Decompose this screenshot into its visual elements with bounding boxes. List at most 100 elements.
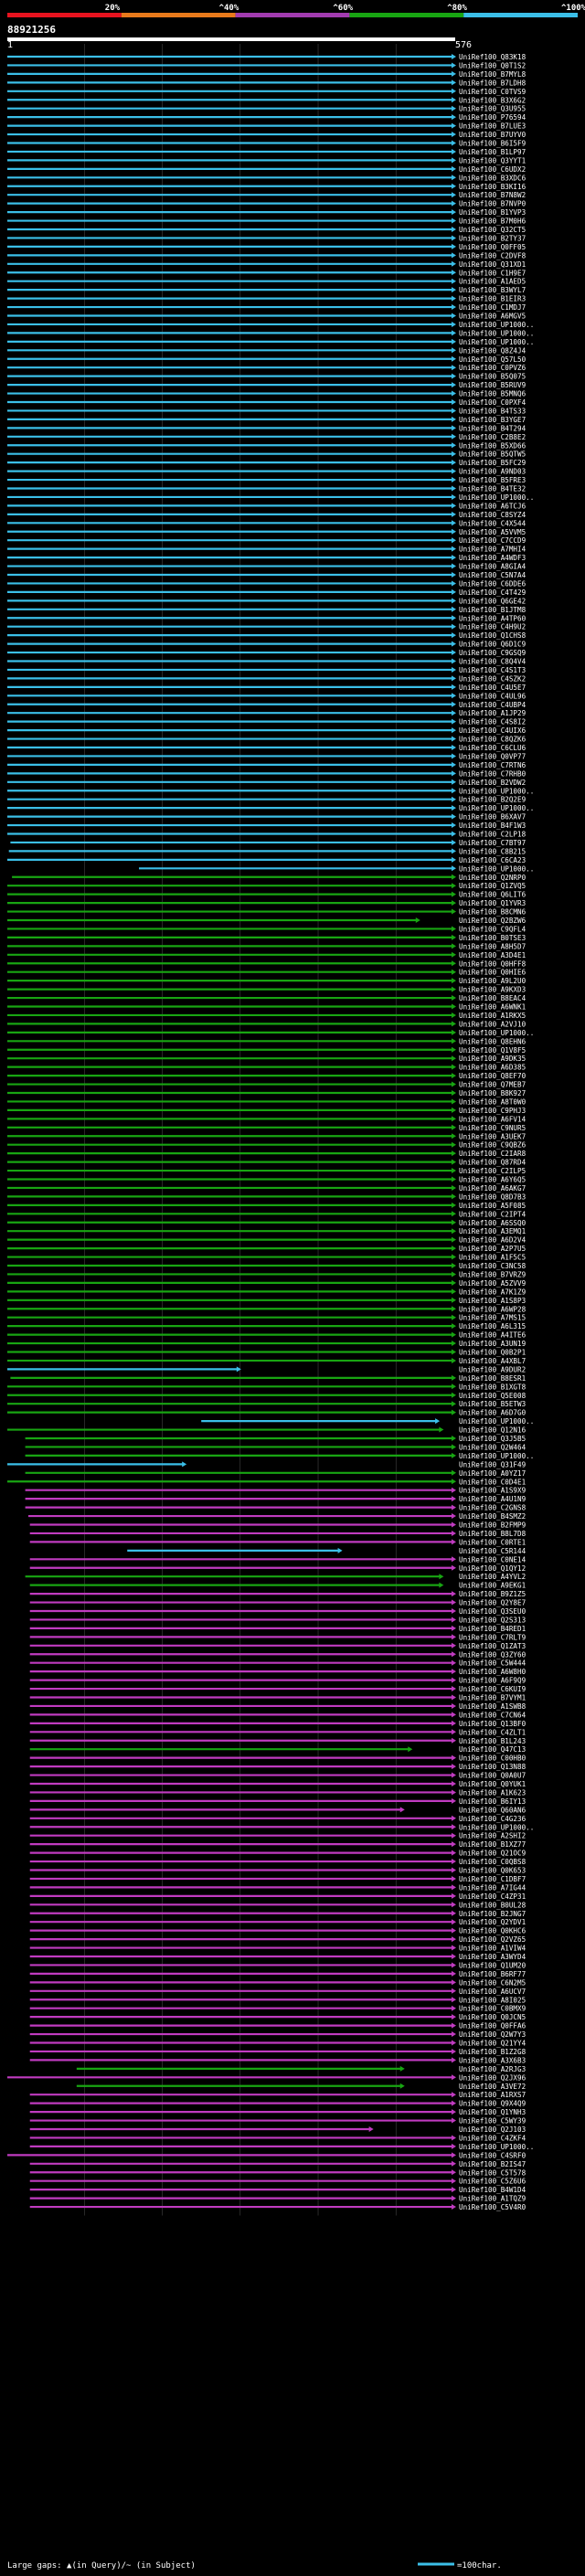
- hit-label[interactable]: UniRef100_UP1000..: [459, 804, 534, 812]
- hit-label[interactable]: UniRef100_UP1000..: [459, 321, 534, 329]
- hit-label[interactable]: UniRef100_A1TQZ9: [459, 2195, 526, 2203]
- hit-label[interactable]: UniRef100_C4SRF0: [459, 2151, 526, 2159]
- hit-label[interactable]: UniRef100_A6FV14: [459, 1115, 526, 1123]
- hit-label[interactable]: UniRef100_C7BT97: [459, 839, 526, 847]
- hit-label[interactable]: UniRef100_C6DDE6: [459, 579, 526, 588]
- hit-label[interactable]: UniRef100_C6UDX2: [459, 165, 526, 174]
- hit-label[interactable]: UniRef100_Q0YUK1: [459, 1780, 526, 1788]
- hit-label[interactable]: UniRef100_Q0HFF8: [459, 959, 526, 968]
- hit-label[interactable]: UniRef100_Q0K653: [459, 1867, 526, 1875]
- hit-label[interactable]: UniRef100_Q3SEU0: [459, 1607, 526, 1616]
- hit-label[interactable]: UniRef100_UP1000..: [459, 1823, 534, 1831]
- hit-label[interactable]: UniRef100_C4ZKF4: [459, 2134, 526, 2142]
- hit-label[interactable]: UniRef100_Q2NRP0: [459, 874, 526, 882]
- hit-label[interactable]: UniRef100_A9ND03: [459, 468, 526, 476]
- hit-label[interactable]: UniRef100_B7VYM1: [459, 1694, 526, 1702]
- hit-label[interactable]: UniRef100_B5QTW5: [459, 451, 526, 459]
- hit-label[interactable]: UniRef100_B8ESR1: [459, 1374, 526, 1383]
- hit-label[interactable]: UniRef100_Q1V8F5: [459, 1046, 526, 1055]
- hit-label[interactable]: UniRef100_Q31XD1: [459, 260, 526, 269]
- hit-label[interactable]: UniRef100_Q2JX96: [459, 2073, 526, 2082]
- hit-label[interactable]: UniRef100_Q0JCN5: [459, 2013, 526, 2021]
- hit-label[interactable]: UniRef100_Q13BF0: [459, 1720, 526, 1728]
- hit-label[interactable]: UniRef100_A0YZ17: [459, 1469, 526, 1478]
- hit-label[interactable]: UniRef100_A1VIW4: [459, 1945, 526, 1953]
- hit-label[interactable]: UniRef100_A4U1N9: [459, 1495, 526, 1503]
- hit-label[interactable]: UniRef100_Q12N16: [459, 1426, 526, 1435]
- hit-label[interactable]: UniRef100_B7N8W2: [459, 191, 526, 199]
- hit-label[interactable]: UniRef100_B6RF77: [459, 1970, 526, 1978]
- hit-label[interactable]: UniRef100_A6D7G0: [459, 1409, 526, 1417]
- hit-label[interactable]: UniRef100_Q2W7Y3: [459, 2030, 526, 2039]
- hit-label[interactable]: UniRef100_B4SMZ2: [459, 1512, 526, 1521]
- hit-label[interactable]: UniRef100_A2P7U5: [459, 1245, 526, 1253]
- hit-label[interactable]: UniRef100_B7MYL8: [459, 70, 526, 79]
- hit-label[interactable]: UniRef100_Q2S313: [459, 1616, 526, 1624]
- hit-label[interactable]: UniRef100_A1S8P3: [459, 1297, 526, 1305]
- hit-label[interactable]: UniRef100_C4UIX6: [459, 726, 526, 735]
- hit-label[interactable]: UniRef100_B1L243: [459, 1737, 526, 1745]
- hit-label[interactable]: UniRef100_A1RXS7: [459, 2091, 526, 2099]
- hit-label[interactable]: UniRef100_C5T578: [459, 2168, 526, 2177]
- hit-label[interactable]: UniRef100_UP1000..: [459, 1452, 534, 1460]
- hit-label[interactable]: UniRef100_A4WDF3: [459, 554, 526, 562]
- hit-label[interactable]: UniRef100_Q21OC9: [459, 1850, 526, 1858]
- hit-label[interactable]: UniRef100_Q6GE42: [459, 597, 526, 605]
- hit-label[interactable]: UniRef100_B7VRZ9: [459, 1270, 526, 1278]
- hit-label[interactable]: UniRef100_C5WY39: [459, 2117, 526, 2125]
- hit-label[interactable]: UniRef100_A8I025: [459, 1996, 526, 2004]
- hit-label[interactable]: UniRef100_Q2YDV1: [459, 1918, 526, 1926]
- hit-label[interactable]: UniRef100_Q2W464: [459, 1443, 526, 1451]
- hit-label[interactable]: UniRef100_B4T294: [459, 424, 526, 432]
- hit-label[interactable]: UniRef100_Q1ZAT3: [459, 1642, 526, 1650]
- hit-label[interactable]: UniRef100_UP1000..: [459, 864, 534, 873]
- hit-label[interactable]: UniRef100_Q1CHS8: [459, 631, 526, 640]
- hit-label[interactable]: UniRef100_A8GIA4: [459, 563, 526, 571]
- hit-label[interactable]: UniRef100_B6I5F9: [459, 140, 526, 148]
- hit-label[interactable]: UniRef100_B2VDW2: [459, 779, 526, 787]
- hit-label[interactable]: UniRef100_Q8D7B3: [459, 1193, 526, 1201]
- hit-label[interactable]: UniRef100_Q0A0U7: [459, 1772, 526, 1780]
- hit-label[interactable]: UniRef100_Q0FFA6: [459, 2022, 526, 2030]
- hit-label[interactable]: UniRef100_UP1000..: [459, 493, 534, 502]
- hit-label[interactable]: UniRef100_A1AED5: [459, 278, 526, 286]
- hit-label[interactable]: UniRef100_C4S1T3: [459, 666, 526, 674]
- hit-label[interactable]: UniRef100_Q5E008: [459, 1392, 526, 1400]
- hit-label[interactable]: UniRef100_B5ETW3: [459, 1400, 526, 1408]
- hit-label[interactable]: UniRef100_A1JP29: [459, 709, 526, 717]
- hit-label[interactable]: UniRef100_B1XZ77: [459, 1840, 526, 1849]
- hit-label[interactable]: UniRef100_C5R144: [459, 1547, 526, 1555]
- hit-label[interactable]: UniRef100_C8SYZ4: [459, 511, 526, 519]
- hit-label[interactable]: UniRef100_C4ZP31: [459, 1892, 526, 1901]
- hit-label[interactable]: UniRef100_A6WNK1: [459, 1003, 526, 1012]
- hit-label[interactable]: UniRef100_P76594: [459, 113, 526, 122]
- hit-label[interactable]: UniRef100_C9GSQ9: [459, 649, 526, 657]
- hit-label[interactable]: UniRef100_C4U5E7: [459, 684, 526, 692]
- hit-label[interactable]: UniRef100_A8T0W0: [459, 1097, 526, 1106]
- hit-label[interactable]: UniRef100_B7M0H6: [459, 217, 526, 226]
- hit-label[interactable]: UniRef100_Q1UM20: [459, 1961, 526, 1969]
- hit-label[interactable]: UniRef100_Q3U955: [459, 105, 526, 113]
- hit-label[interactable]: UniRef100_B5FRE3: [459, 476, 526, 484]
- hit-label[interactable]: UniRef100_C7RHB0: [459, 769, 526, 778]
- hit-label[interactable]: UniRef100_B2Q2E9: [459, 796, 526, 804]
- hit-label[interactable]: UniRef100_Q2BZW6: [459, 917, 526, 925]
- hit-label[interactable]: UniRef100_A6F9Q9: [459, 1677, 526, 1685]
- hit-label[interactable]: UniRef100_C5W444: [459, 1659, 526, 1668]
- hit-label[interactable]: UniRef100_C0D4E1: [459, 1478, 526, 1486]
- hit-label[interactable]: UniRef100_C9NUR5: [459, 1124, 526, 1132]
- hit-label[interactable]: UniRef100_Q0VP77: [459, 752, 526, 760]
- hit-label[interactable]: UniRef100_Q13N88: [459, 1763, 526, 1771]
- hit-label[interactable]: UniRef100_A4ITE6: [459, 1331, 526, 1340]
- hit-label[interactable]: UniRef100_C1DBF7: [459, 1875, 526, 1883]
- hit-label[interactable]: UniRef100_C7CN64: [459, 1711, 526, 1719]
- hit-label[interactable]: UniRef100_A3D4E1: [459, 951, 526, 959]
- hit-label[interactable]: UniRef100_B9Z1Z5: [459, 1590, 526, 1598]
- hit-label[interactable]: UniRef100_B2IS47: [459, 2160, 526, 2168]
- hit-label[interactable]: UniRef100_A3WYD4: [459, 1953, 526, 1961]
- hit-label[interactable]: UniRef100_B8CMN6: [459, 908, 526, 917]
- hit-label[interactable]: UniRef100_A6UCV7: [459, 1988, 526, 1996]
- hit-label[interactable]: UniRef100_C4ZLT1: [459, 1728, 526, 1736]
- hit-label[interactable]: UniRef100_Q87RD4: [459, 1159, 526, 1167]
- hit-label[interactable]: UniRef100_B8L7D8: [459, 1530, 526, 1538]
